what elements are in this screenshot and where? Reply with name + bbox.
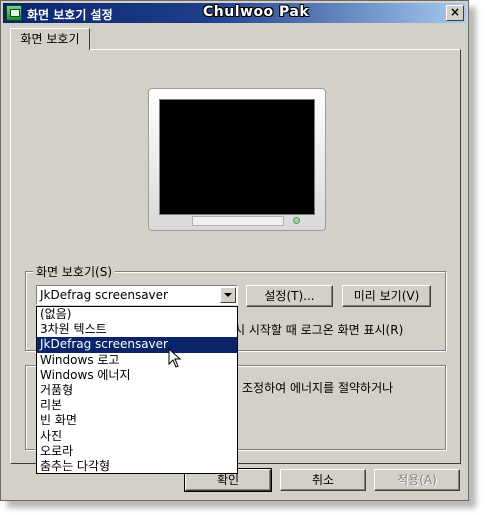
tab-screensaver[interactable]: 화면 보호기	[10, 28, 90, 50]
list-item-selected[interactable]: JkDefrag screensaver	[37, 337, 237, 353]
list-item[interactable]: 3차원 텍스트	[37, 322, 237, 337]
settings-button[interactable]: 설정(T)...	[246, 285, 333, 307]
list-item[interactable]: 사진	[37, 429, 237, 444]
display-properties-icon	[6, 5, 22, 21]
power-group-text: 조정하여 에너지를 절약하거나	[242, 381, 394, 395]
list-item[interactable]: 춤추는 다각형	[37, 459, 237, 474]
settings-button-label: 설정(T)...	[264, 289, 315, 303]
screensaver-select[interactable]: JkDefrag screensaver	[36, 285, 238, 305]
list-item[interactable]: Windows 로고	[37, 353, 237, 368]
resume-logon-text: 시 시작할 때 로그온 화면 표시(R)	[234, 323, 404, 337]
close-button[interactable]: ×	[446, 5, 464, 21]
monitor-preview	[148, 88, 326, 231]
mouse-pointer-icon	[168, 348, 182, 368]
ok-button-label: 확인	[216, 473, 240, 487]
apply-button[interactable]: 적용(A)	[374, 469, 460, 491]
monitor-slot	[192, 216, 284, 226]
screensaver-settings-dialog: 화면 보호기 설정 Chulwoo Pak × 화면 보호기 화면 보호기(S)…	[0, 0, 469, 501]
list-item[interactable]: Windows 에너지	[37, 368, 237, 383]
chevron-down-icon[interactable]	[220, 287, 236, 303]
preview-button-label: 미리 보기(V)	[353, 289, 420, 303]
list-item[interactable]: 빈 화면	[37, 413, 237, 428]
cancel-button[interactable]: 취소	[280, 469, 366, 491]
tab-label: 화면 보호기	[20, 32, 80, 46]
cancel-button-label: 취소	[311, 473, 335, 487]
preview-button[interactable]: 미리 보기(V)	[342, 285, 431, 307]
window-title: 화면 보호기 설정	[27, 8, 113, 22]
screensaver-select-value: JkDefrag screensaver	[40, 288, 168, 302]
apply-button-label: 적용(A)	[397, 473, 437, 487]
screensaver-dropdown-list[interactable]: (없음) 3차원 텍스트 JkDefrag screensaver Window…	[36, 306, 238, 474]
screensaver-group-title: 화면 보호기(S)	[33, 263, 115, 280]
list-item[interactable]: 리본	[37, 398, 237, 413]
list-item[interactable]: 거품형	[37, 383, 237, 398]
list-item[interactable]: 오로라	[37, 444, 237, 459]
power-led-icon	[293, 217, 300, 224]
watermark-text: Chulwoo Pak	[203, 4, 310, 20]
preview-screen	[159, 99, 315, 215]
list-item[interactable]: (없음)	[37, 307, 237, 322]
title-bar[interactable]: 화면 보호기 설정 Chulwoo Pak ×	[3, 3, 466, 23]
